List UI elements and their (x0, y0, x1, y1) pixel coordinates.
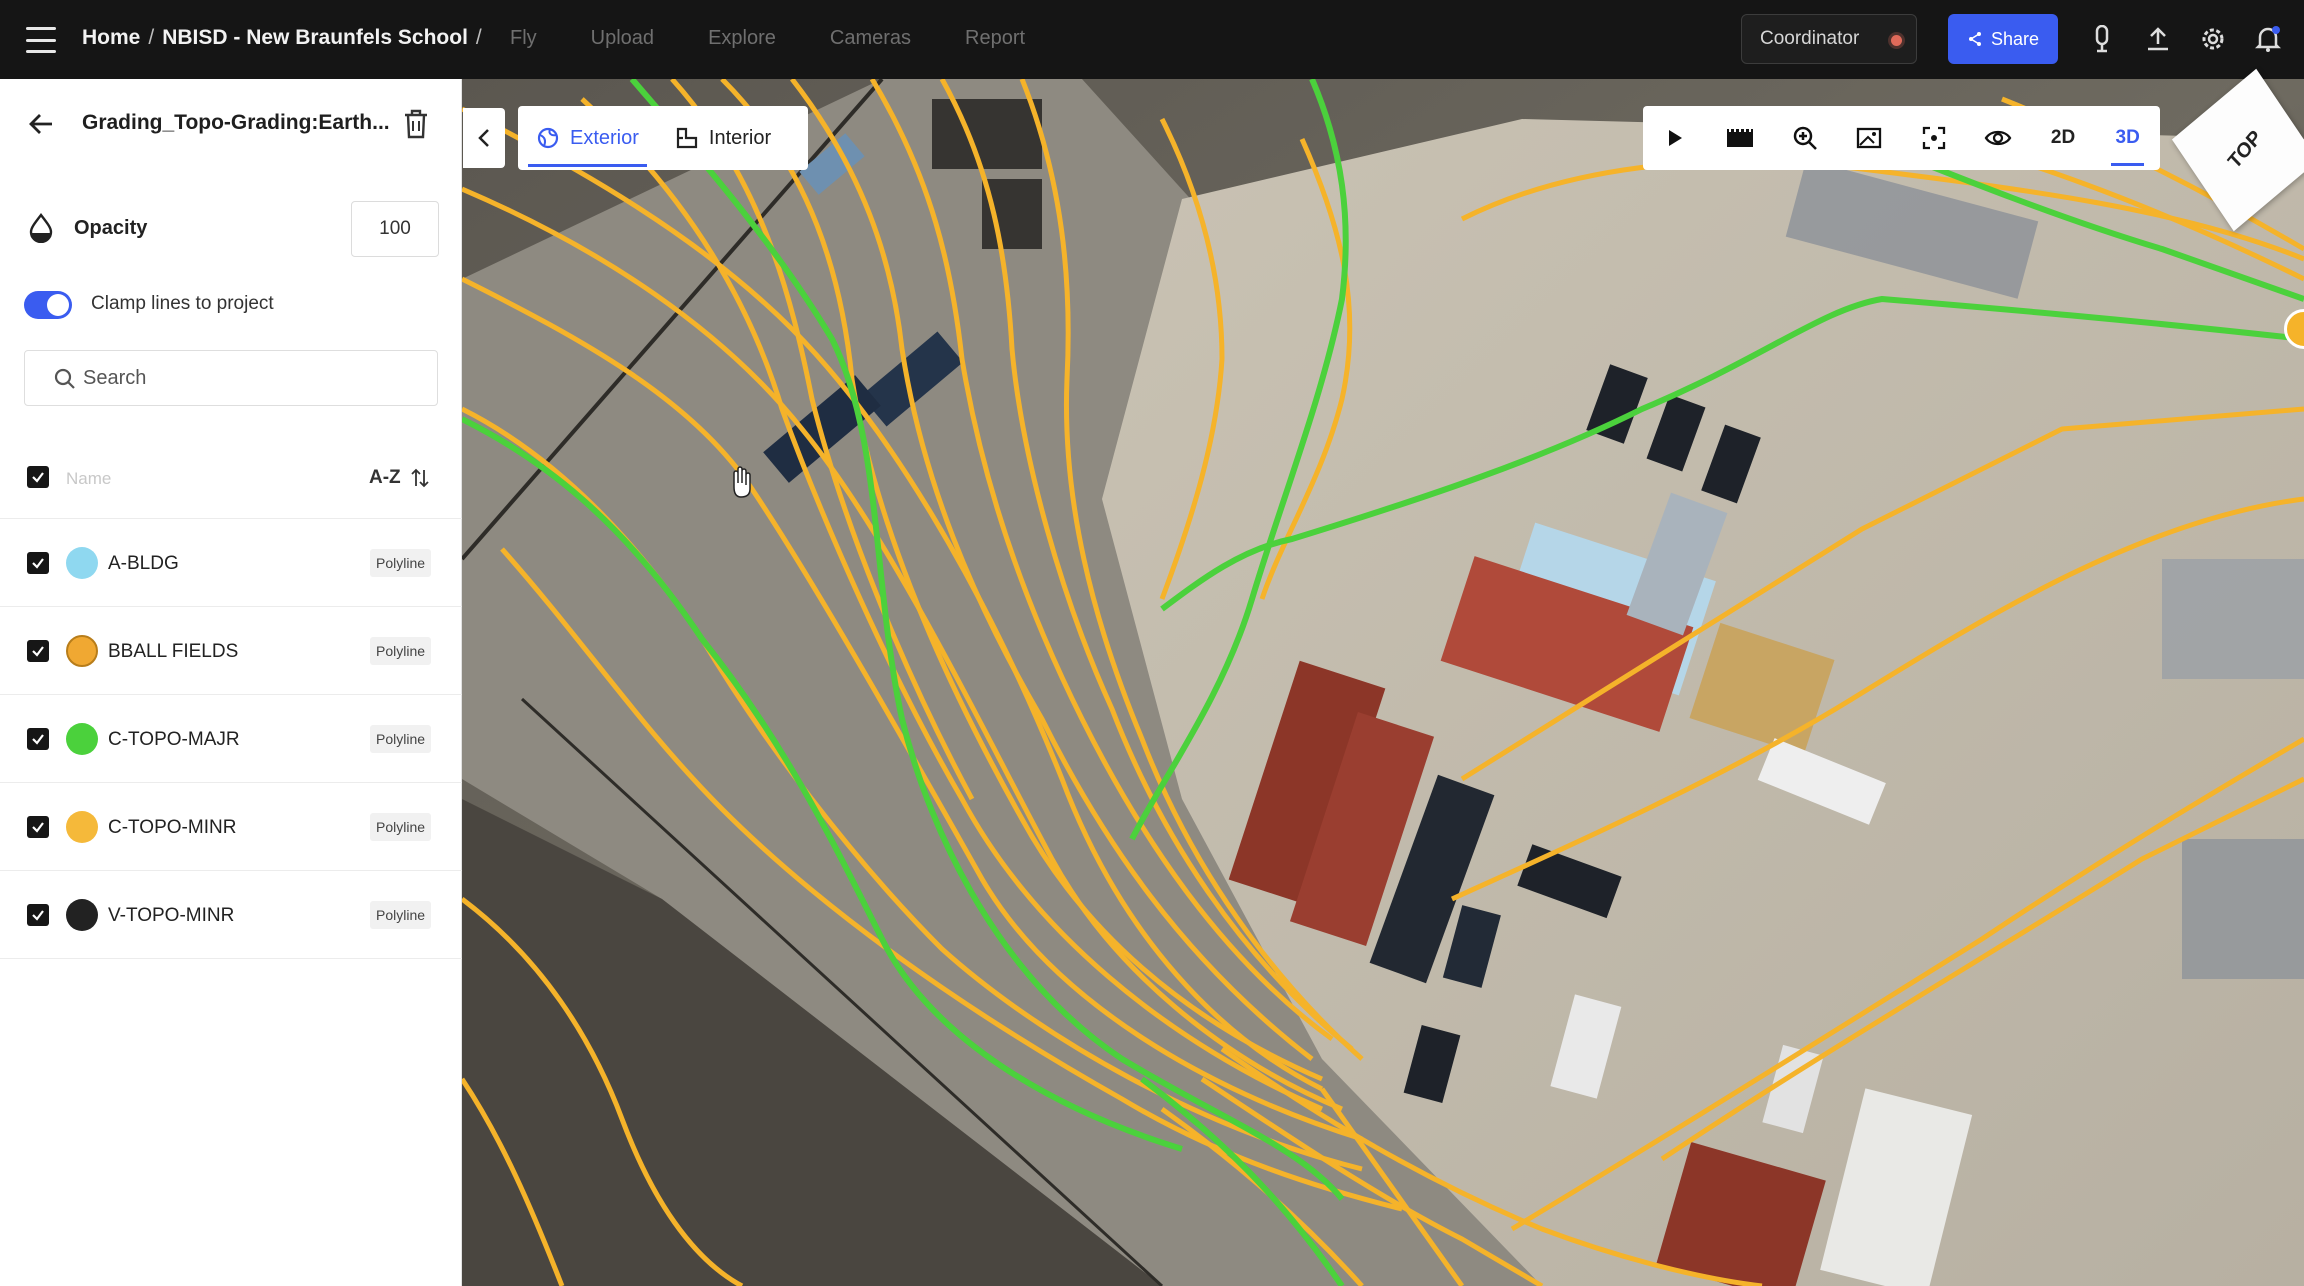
layer-type-badge: Polyline (370, 549, 432, 577)
layer-name: C-TOPO-MINR (108, 817, 237, 838)
layer-checkbox[interactable] (27, 728, 49, 750)
image-icon (1857, 127, 1882, 149)
layer-checkbox[interactable] (27, 904, 49, 926)
layer-type-badge: Polyline (370, 813, 432, 841)
eye-icon (1985, 130, 2012, 146)
notification-icon[interactable] (2251, 22, 2285, 56)
top-bar: Home / NBISD - New Braunfels School / Fl… (0, 0, 2304, 79)
layer-row-c-topo-majr[interactable]: C-TOPO-MAJR Polyline (0, 695, 462, 783)
layer-type-badge: Polyline (370, 901, 432, 929)
share-label: Share (1990, 28, 2040, 49)
breadcrumb: Home / NBISD - New Braunfels School / (82, 26, 482, 50)
menu-icon[interactable] (26, 27, 56, 53)
breadcrumb-home[interactable]: Home (82, 26, 140, 50)
sort-label: A-Z (369, 467, 401, 488)
zoom-icon (1793, 126, 1817, 150)
layer-name: V-TOPO-MINR (108, 905, 235, 926)
tab-exterior[interactable]: Exterior (518, 106, 657, 170)
layer-row-c-topo-minr[interactable]: C-TOPO-MINR Polyline (0, 783, 462, 871)
frame-button[interactable] (1902, 106, 1967, 170)
layer-name: C-TOPO-MAJR (108, 729, 240, 750)
collapse-panel-button[interactable] (463, 108, 505, 168)
visibility-button[interactable] (1966, 106, 2031, 170)
layer-row-bball-fields[interactable]: BBALL FIELDS Polyline (0, 607, 462, 695)
image-button[interactable] (1837, 106, 1902, 170)
sort-icon (411, 468, 429, 488)
select-all-checkbox[interactable] (27, 466, 49, 488)
frame-icon (1922, 126, 1945, 150)
name-column-header[interactable]: Name (66, 469, 111, 489)
nav-explore[interactable]: Explore (708, 27, 776, 50)
globe-icon (537, 127, 559, 149)
view-tabs: Exterior Interior (518, 106, 808, 170)
layer-checkbox[interactable] (27, 640, 49, 662)
map-viewport[interactable] (462, 79, 2304, 1286)
nav-fly[interactable]: Fly (510, 27, 537, 50)
aerial-terrain (462, 79, 2304, 1286)
layer-row-v-topo-minr[interactable]: V-TOPO-MINR Polyline (0, 871, 462, 959)
opacity-input[interactable]: 100 (351, 201, 439, 257)
opacity-control: Opacity 100 (24, 201, 439, 257)
layer-row-a-bldg[interactable]: A-BLDG Polyline (0, 519, 462, 607)
search-box (24, 350, 438, 406)
view-toolbar: 2D 3D (1643, 106, 2160, 170)
layer-checkbox[interactable] (27, 552, 49, 574)
layer-color-swatch[interactable] (66, 723, 98, 755)
layer-name: A-BLDG (108, 553, 179, 574)
play-icon (1669, 130, 1683, 146)
opacity-label: Opacity (74, 217, 148, 239)
film-button[interactable] (1708, 106, 1773, 170)
layer-checkbox[interactable] (27, 816, 49, 838)
layer-color-swatch[interactable] (66, 547, 98, 579)
status-dot (1891, 35, 1902, 46)
layer-color-swatch[interactable] (66, 899, 98, 931)
layer-header: Grading_Topo-Grading:Earth... (0, 79, 462, 169)
cube-face-label: TOP (2223, 125, 2266, 174)
layer-name: BBALL FIELDS (108, 641, 239, 662)
layer-panel: Grading_Topo-Grading:Earth... Opacity 10… (0, 79, 462, 1286)
tab-interior[interactable]: Interior (657, 106, 789, 170)
back-arrow-icon[interactable] (26, 109, 56, 139)
film-icon (1726, 129, 1753, 147)
nav-upload[interactable]: Upload (591, 27, 654, 50)
gear-icon[interactable] (2196, 22, 2230, 56)
clamp-label: Clamp lines to project (91, 293, 274, 314)
clamp-toggle[interactable] (24, 291, 72, 319)
search-icon (54, 368, 75, 389)
share-icon (1968, 32, 1981, 46)
tab-exterior-label: Exterior (570, 126, 639, 149)
nav-tabs: Fly Upload Explore Cameras Report (510, 27, 1079, 50)
play-button[interactable] (1643, 106, 1708, 170)
layer-color-swatch[interactable] (66, 635, 98, 667)
floorplan-icon (676, 127, 698, 149)
chevron-left-icon (478, 129, 489, 147)
mode-3d-button[interactable]: 3D (2095, 106, 2160, 170)
layer-type-badge: Polyline (370, 725, 432, 753)
list-header: Name A-Z (0, 439, 462, 519)
upload-icon[interactable] (2141, 22, 2175, 56)
tab-interior-label: Interior (708, 126, 772, 149)
mode-2d-button[interactable]: 2D (2031, 106, 2096, 170)
nav-report[interactable]: Report (965, 27, 1025, 50)
sort-button[interactable]: A-Z (369, 467, 429, 489)
coordinator-button[interactable]: Coordinator (1741, 14, 1917, 64)
layer-title: Grading_Topo-Grading:Earth... (82, 111, 390, 134)
bell-icon[interactable] (2085, 22, 2119, 56)
layer-type-badge: Polyline (370, 637, 432, 665)
breadcrumb-project[interactable]: NBISD - New Braunfels School (162, 26, 468, 50)
trash-icon[interactable] (402, 109, 430, 139)
coordinator-label: Coordinator (1760, 28, 1860, 49)
search-input[interactable] (83, 351, 423, 405)
nav-cameras[interactable]: Cameras (830, 27, 911, 50)
zoom-button[interactable] (1772, 106, 1837, 170)
layer-color-swatch[interactable] (66, 811, 98, 843)
opacity-drop-icon (29, 213, 53, 243)
share-button[interactable]: Share (1948, 14, 2058, 64)
